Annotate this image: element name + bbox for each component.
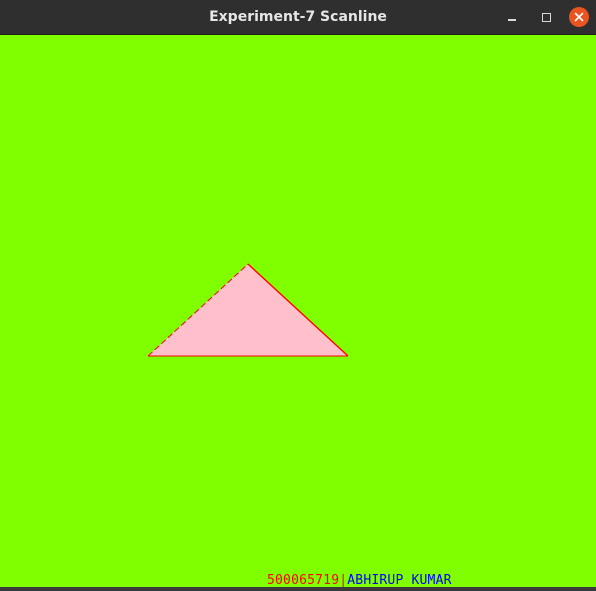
minimize-button[interactable] (502, 7, 522, 27)
title-bar[interactable]: Experiment-7 Scanline (0, 0, 596, 35)
minimize-icon (508, 19, 516, 21)
app-window: Experiment-7 Scanline 500065719|ABHIRUP … (0, 0, 596, 591)
close-button[interactable] (569, 7, 589, 27)
scanline-scene (147, 263, 349, 357)
filled-triangle (148, 264, 348, 356)
window-bottom-border (0, 587, 596, 591)
maximize-icon (541, 12, 551, 22)
footer-caption: 500065719|ABHIRUP KUMAR (267, 573, 452, 588)
close-icon (574, 12, 584, 22)
maximize-button[interactable] (536, 7, 556, 27)
student-id: 500065719 (267, 573, 340, 588)
student-name: ABHIRUP KUMAR (347, 573, 452, 588)
drawing-canvas[interactable]: 500065719|ABHIRUP KUMAR (0, 35, 596, 587)
